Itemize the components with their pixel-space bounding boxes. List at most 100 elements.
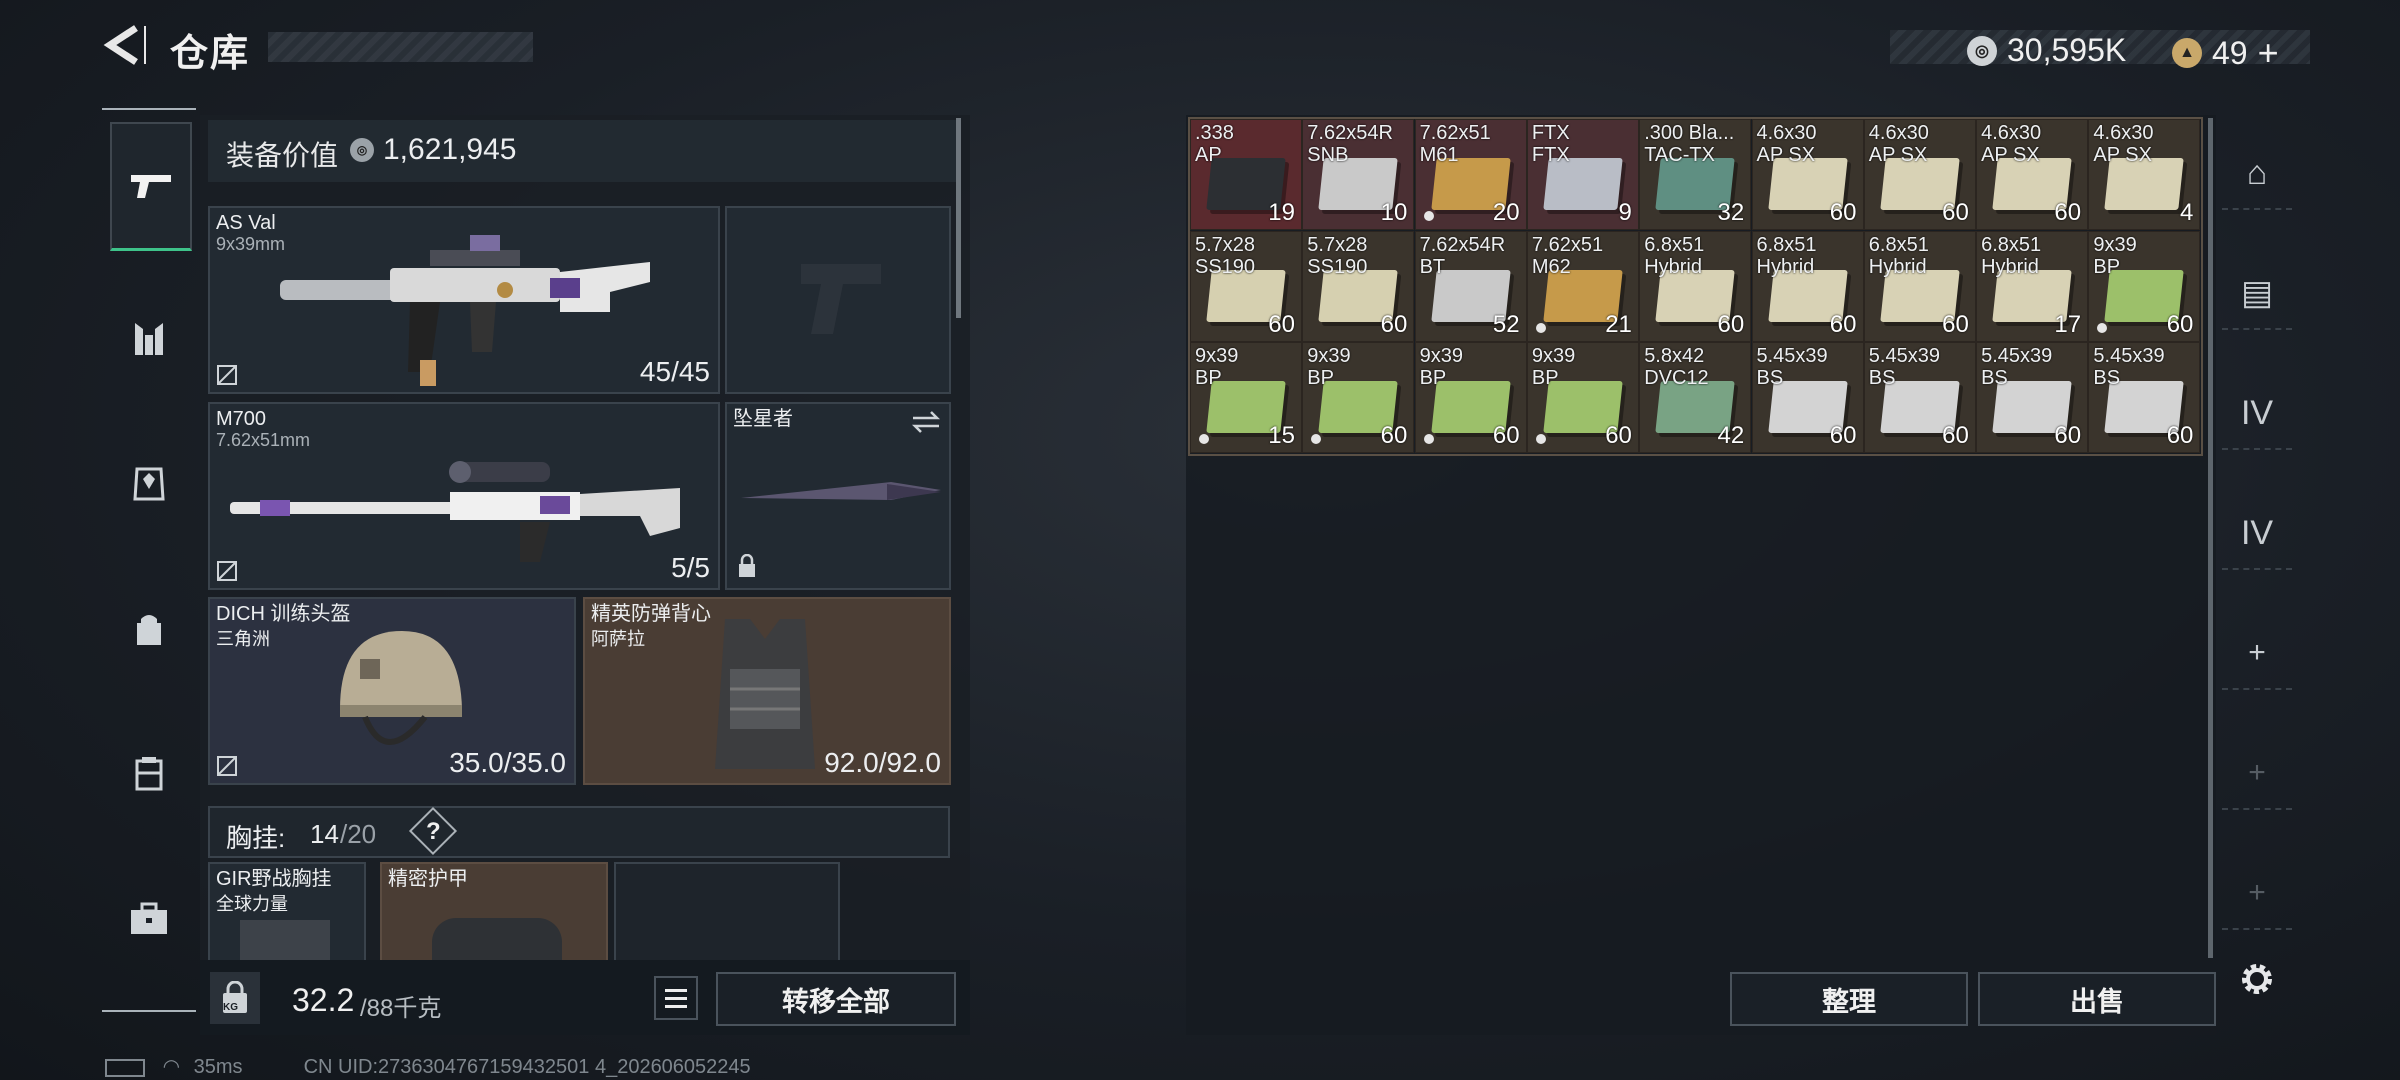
storage-iv-a-tab[interactable]: IV — [2222, 378, 2292, 450]
ammo-cell[interactable]: 4.6x30 AP SX 60 — [1976, 119, 2089, 230]
status-bar: ◠ 35ms CN UID:2736304767159432501 4_2026… — [105, 1054, 751, 1079]
back-button[interactable] — [100, 22, 150, 72]
rifle-image — [280, 235, 650, 386]
equipment-value-bar: 装备价值 ◎ 1,621,945 — [208, 120, 956, 182]
add-storage-tab-2[interactable]: + — [2222, 738, 2292, 810]
ammo-cell[interactable]: 7.62x51 M61 20 — [1414, 119, 1527, 230]
ammo-cell[interactable]: 6.8x51 Hybrid 60 — [1639, 230, 1752, 342]
ammo-cell[interactable]: .338 AP 19 — [1190, 119, 1302, 230]
backpack-tab[interactable] — [110, 590, 188, 668]
helmet-brand: 三角洲 — [216, 629, 270, 649]
storage-scrollbar[interactable] — [2208, 118, 2213, 958]
ammo-cell[interactable]: 6.8x51 Hybrid 60 — [1863, 230, 1976, 342]
ammo-cell[interactable]: 7.62x54R SNB 10 — [1302, 119, 1415, 230]
ammo-cell[interactable]: 5.7x28 SS190 60 — [1302, 230, 1415, 342]
ammo-name: 4.6x30 AP SX — [2093, 122, 2154, 166]
ammo-cell[interactable]: 9x39 BP 15 — [1190, 342, 1302, 454]
secondary-weapon-slot[interactable]: M700 7.62x51mm 5/5 — [208, 402, 720, 590]
ammo-count: 60 — [2166, 310, 2194, 338]
ammo-count: 60 — [1829, 422, 1857, 450]
ammo-count: 60 — [1942, 199, 1969, 226]
add-storage-tab-3[interactable]: + — [2222, 858, 2292, 930]
armor-tab[interactable] — [110, 445, 188, 523]
equipment-scrollbar[interactable] — [956, 118, 961, 318]
ammo-cell[interactable]: 4.6x30 AP SX 4 — [2088, 119, 2201, 230]
equipment-value: 1,621,945 — [383, 133, 517, 166]
rig-slot[interactable]: GIR野战胸挂 全球力量 — [208, 862, 366, 962]
ammo-cell[interactable]: 5.45x39 BS 60 — [1751, 342, 1864, 454]
list-view-button[interactable] — [654, 976, 698, 1020]
max-weight: /88千克 — [360, 995, 442, 1022]
rig-icon — [135, 757, 163, 791]
ammo-cell[interactable]: 5.45x39 BS 60 — [2088, 342, 2201, 454]
ammo-cell[interactable]: 4.6x30 AP SX 60 — [1751, 119, 1864, 230]
ammo-count: 9 — [1618, 199, 1632, 226]
swap-icon[interactable] — [911, 410, 941, 434]
ammo-count: 60 — [1492, 422, 1520, 450]
bag-image — [432, 918, 562, 960]
storage-tab[interactable]: ▤ — [2222, 258, 2292, 330]
settings-button[interactable] — [2234, 956, 2280, 1002]
ammo-name: 7.62x51 M62 — [1531, 233, 1604, 278]
weight-lock-button[interactable] — [210, 972, 260, 1024]
ammo-cell[interactable]: 6.8x51 Hybrid 60 — [1751, 230, 1864, 342]
ammo-count: 10 — [1380, 199, 1408, 226]
crate-icon: ▤ — [2240, 274, 2274, 312]
ammo-count: 17 — [2054, 310, 2082, 338]
bag-slot[interactable]: 精密护甲 — [380, 862, 608, 962]
armor-name: 精英防弹背心 — [591, 603, 711, 625]
ammo-cell[interactable]: 7.62x51 M62 21 — [1526, 230, 1639, 342]
empty-container-slot[interactable] — [614, 862, 840, 962]
case-tab[interactable] — [110, 880, 188, 958]
ammo-cell[interactable]: 5.7x28 SS190 60 — [1190, 230, 1302, 342]
storage-grid: .338 AP 19 7.62x54R SNB 10 7.62x51 M61 20 FTX … — [1188, 117, 2203, 456]
pistol-silhouette-icon — [801, 264, 881, 334]
vest-icon — [135, 323, 163, 355]
marked-dot-icon — [2097, 322, 2108, 333]
ammo-cell[interactable]: 7.62x54R BT 52 — [1414, 230, 1527, 342]
ammo-count: 60 — [1829, 310, 1857, 338]
pistol-icon — [131, 175, 171, 198]
ammo-cell[interactable]: 9x39 BP 60 — [1302, 342, 1415, 454]
sort-button[interactable]: 整理 — [1730, 972, 1968, 1026]
safe-box-tab[interactable]: ⌂ — [2222, 138, 2292, 210]
add-storage-tab[interactable]: + — [2222, 618, 2292, 690]
transfer-all-button[interactable]: 转移全部 — [716, 972, 956, 1026]
ammo-count: 60 — [1380, 422, 1408, 450]
ammo-name: 5.7x28 SS190 — [1307, 233, 1368, 278]
sell-button[interactable]: 出售 — [1978, 972, 2216, 1026]
ammo-count: 60 — [1268, 310, 1295, 338]
ammo-cell[interactable]: FTX FTX 9 — [1526, 119, 1639, 230]
safe-icon: ⌂ — [2246, 153, 2268, 192]
armor-slot[interactable]: 精英防弹背心 阿萨拉 92.0/92.0 — [583, 597, 951, 785]
chest-rig-tab[interactable] — [110, 300, 188, 378]
primary-weapon-slot[interactable]: AS Val 9x39mm 45/45 — [208, 206, 720, 394]
ammo-cell[interactable]: .300 Bla... TAC-TX 32 — [1639, 119, 1752, 230]
add-currency-icon[interactable]: + — [2258, 32, 2279, 74]
weapons-tab[interactable] — [110, 122, 192, 251]
chest-current: 14 — [310, 819, 339, 849]
marked-dot-icon — [1535, 434, 1546, 445]
category-rail — [102, 108, 196, 1012]
ammo-cell[interactable]: 6.8x51 Hybrid 17 — [1976, 230, 2089, 342]
gold-amount: 49 — [2212, 34, 2248, 71]
melee-slot[interactable]: 坠星者 — [725, 402, 951, 590]
gold-currency[interactable]: ▲ 49 + — [2172, 32, 2279, 74]
storage-tabs-rail: ⌂ ▤ IV IV + + + — [2222, 108, 2292, 1028]
ammo-name: FTX FTX — [1531, 122, 1570, 166]
marked-dot-icon — [1199, 434, 1209, 445]
helmet-slot[interactable]: DICH 训练头盔 三角洲 35.0/35.0 — [208, 597, 576, 785]
rig-brand: 全球力量 — [216, 894, 288, 914]
rig-tab[interactable] — [110, 735, 188, 813]
ammo-cell[interactable]: 9x39 BP 60 — [1414, 342, 1527, 454]
page-title: 仓库 — [170, 33, 251, 75]
storage-iv-b-tab[interactable]: IV — [2222, 498, 2292, 570]
sidearm-slot[interactable] — [725, 206, 951, 394]
ammo-cell[interactable]: 9x39 BP 60 — [2088, 230, 2201, 342]
ammo-cell[interactable]: 5.45x39 BS 60 — [1863, 342, 1976, 454]
weapon-name: M700 — [216, 408, 267, 430]
ammo-cell[interactable]: 5.8x42 DVC12 42 — [1639, 342, 1752, 454]
ammo-cell[interactable]: 9x39 BP 60 — [1526, 342, 1639, 454]
ammo-cell[interactable]: 5.45x39 BS 60 — [1976, 342, 2089, 454]
ammo-cell[interactable]: 4.6x30 AP SX 60 — [1863, 119, 1976, 230]
